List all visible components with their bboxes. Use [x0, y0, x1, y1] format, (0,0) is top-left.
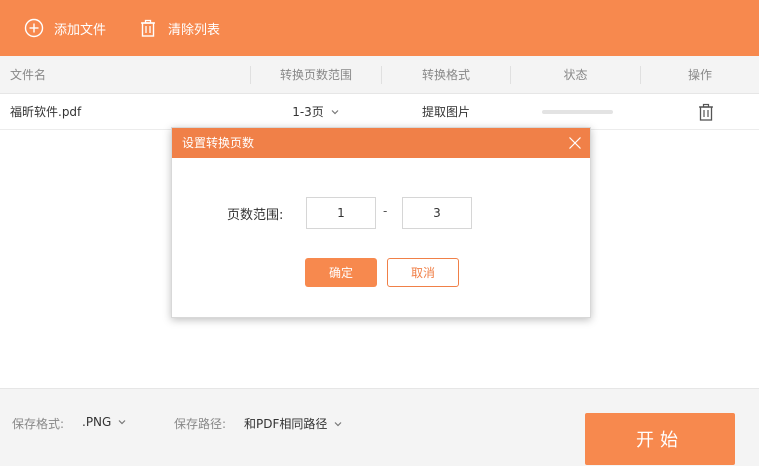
column-header-status: 状态: [563, 68, 588, 82]
table-row[interactable]: 福昕软件.pdf 1-3页 提取图片: [0, 94, 759, 130]
toolbar: 添加文件 清除列表: [0, 0, 759, 56]
save-format-value: .PNG: [82, 415, 112, 429]
clear-list-button[interactable]: 清除列表: [138, 0, 220, 56]
file-name-cell: 福昕软件.pdf: [10, 105, 82, 119]
save-path-dropdown[interactable]: 和PDF相同路径: [244, 415, 343, 432]
save-path-value: 和PDF相同路径: [244, 417, 328, 431]
clear-list-label: 清除列表: [168, 22, 221, 38]
close-icon[interactable]: [568, 136, 582, 150]
page-range-value: 1-3页: [292, 105, 324, 119]
range-separator: -: [383, 204, 388, 218]
column-header-action: 操作: [687, 68, 712, 82]
cancel-button[interactable]: 取消: [387, 258, 459, 287]
footer-bar: 保存格式: .PNG 保存路径: 和PDF相同路径 开始: [0, 388, 759, 466]
page-range-dropdown[interactable]: 1-3页: [251, 94, 381, 130]
column-header-format: 转换格式: [421, 68, 470, 82]
table-header: 文件名 转换页数范围 转换格式 状态 操作: [0, 56, 759, 94]
column-header-file-name: 文件名: [10, 68, 47, 82]
status-progress-bar: [542, 110, 613, 114]
dialog-title: 设置转换页数: [182, 136, 255, 150]
start-button[interactable]: 开始: [585, 413, 735, 465]
chevron-down-icon: [331, 110, 339, 115]
confirm-button[interactable]: 确定: [305, 258, 377, 287]
save-path-label: 保存路径:: [174, 417, 227, 431]
range-start-input[interactable]: [306, 197, 376, 229]
add-file-label: 添加文件: [54, 22, 107, 38]
column-header-page-range: 转换页数范围: [279, 68, 352, 82]
page-range-label: 页数范围:: [227, 208, 284, 223]
format-cell: 提取图片: [421, 105, 470, 119]
page-range-dialog: 设置转换页数 页数范围: - 确定 取消: [171, 127, 591, 318]
chevron-down-icon: [118, 420, 126, 425]
range-end-input[interactable]: [402, 197, 472, 229]
chevron-down-icon: [334, 421, 342, 426]
add-file-button[interactable]: 添加文件: [24, 0, 106, 56]
save-format-dropdown[interactable]: .PNG: [82, 415, 127, 429]
trash-icon[interactable]: [697, 102, 715, 122]
dialog-header: 设置转换页数: [172, 128, 590, 158]
trash-icon: [141, 19, 155, 37]
plus-circle-icon: [24, 18, 44, 38]
save-format-label: 保存格式:: [12, 417, 65, 431]
